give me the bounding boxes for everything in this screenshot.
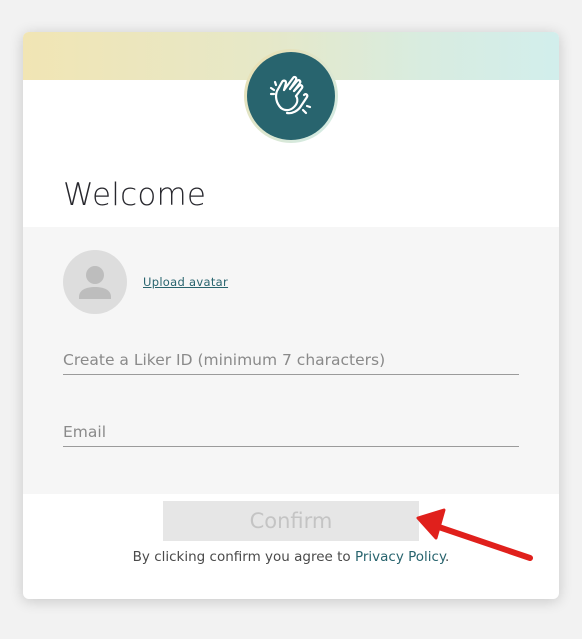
agreement-text: By clicking confirm you agree to Privacy… (23, 549, 559, 565)
privacy-policy-link[interactable]: Privacy Policy (355, 549, 445, 565)
avatar[interactable] (63, 250, 127, 314)
upload-avatar-link[interactable]: Upload avatar (143, 275, 228, 289)
email-input[interactable] (63, 418, 519, 447)
liker-id-input[interactable] (63, 346, 519, 375)
form-area: Upload avatar (23, 227, 559, 494)
page-title: Welcome (63, 177, 207, 213)
welcome-dialog: Welcome Upload avatar Confirm By clickin… (23, 32, 559, 599)
logo (247, 52, 335, 140)
person-icon (79, 266, 111, 299)
agreement-prefix: By clicking confirm you agree to (132, 549, 355, 565)
agreement-suffix: . (445, 549, 450, 565)
confirm-button[interactable]: Confirm (163, 501, 419, 541)
clapping-hands-icon (269, 75, 312, 115)
